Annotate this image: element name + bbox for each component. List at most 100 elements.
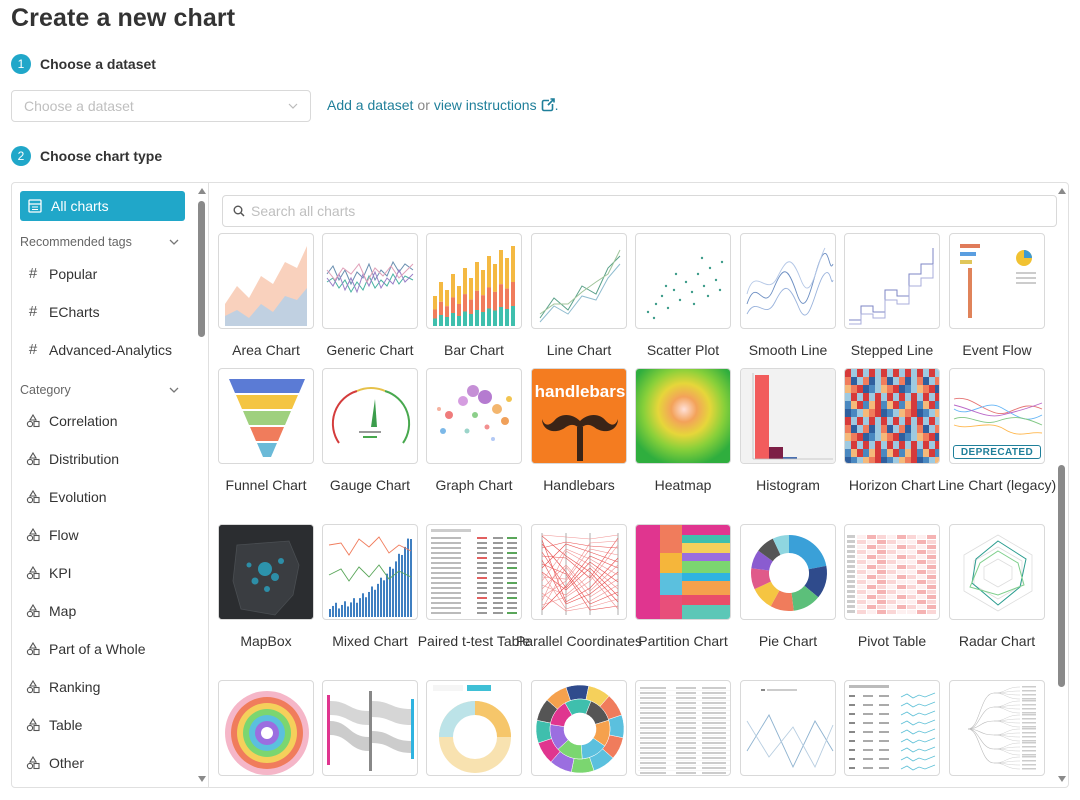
hash-icon: # (28, 265, 38, 282)
chart-tile-line-chart-legacy[interactable]: DEPRECATED Line Chart (legacy) (938, 368, 1056, 496)
chart-tile-sunburst-total[interactable] (426, 680, 522, 776)
category-header[interactable]: Category (20, 383, 180, 397)
shapes-icon (26, 566, 40, 580)
chart-tile-radar-chart[interactable]: Radar Chart (949, 524, 1045, 652)
chart-tile-horizon-chart[interactable]: Horizon Chart (844, 368, 940, 496)
chart-tile-mixed-chart[interactable]: Mixed Chart (322, 524, 418, 652)
sidebar-item-label: Table (49, 717, 83, 733)
hash-icon: # (28, 303, 38, 320)
sidebar-item-popular[interactable]: # Popular (25, 265, 97, 282)
chart-tile-sunburst-radial[interactable] (218, 680, 314, 776)
shapes-icon (26, 642, 40, 656)
sidebar-scroll-thumb[interactable] (198, 201, 205, 337)
chart-tile-histogram[interactable]: Histogram (740, 368, 836, 496)
shapes-icon (26, 756, 40, 770)
chart-tile-pivot-table[interactable]: Pivot Table (844, 524, 940, 652)
chart-tile-parallel-coordinates[interactable]: Parallel Coordinates (516, 524, 642, 652)
sidebar-item-kpi[interactable]: KPI (25, 565, 72, 581)
scroll-down-icon[interactable] (1058, 775, 1066, 783)
scroll-down-icon[interactable] (198, 775, 206, 783)
chart-tile-handlebars[interactable]: handlebars Handlebars (531, 368, 627, 496)
sidebar-item-correlation[interactable]: Correlation (25, 413, 117, 429)
scroll-up-icon[interactable] (1058, 187, 1066, 195)
step-choose-dataset: 1 Choose a dataset (11, 54, 156, 74)
sidebar-item-label: Map (49, 603, 77, 619)
search-placeholder: Search all charts (251, 203, 356, 219)
sidebar-item-label: Part of a Whole (49, 641, 146, 657)
chart-tile-sankey[interactable] (322, 680, 418, 776)
view-instructions-link[interactable]: view instructions (434, 97, 537, 113)
dataset-select[interactable]: Choose a dataset (11, 90, 311, 122)
chart-grid-scroll-thumb[interactable] (1058, 465, 1065, 687)
chart-tile-funnel-chart[interactable]: Funnel Chart (218, 368, 314, 496)
sidebar-item-advanced-analytics[interactable]: # Advanced-Analytics (25, 341, 172, 358)
chart-tile-event-flow[interactable]: Event Flow (949, 233, 1045, 361)
shapes-icon (26, 528, 40, 542)
sankey-thumbnail (322, 680, 418, 776)
event-flow-thumbnail (949, 233, 1045, 329)
chart-tile-bar-chart[interactable]: Bar Chart (426, 233, 522, 361)
chart-tile-time-table[interactable] (844, 680, 940, 776)
chart-tile-tree[interactable] (949, 680, 1045, 776)
horizon-chart-thumbnail (844, 368, 940, 464)
chart-tile-heatmap[interactable]: Heatmap (635, 368, 731, 496)
chart-tile-mapbox[interactable]: MapBox (218, 524, 314, 652)
chart-grid-scrollbar[interactable] (1056, 183, 1068, 787)
chart-tile-gauge-chart[interactable]: Gauge Chart (322, 368, 418, 496)
histogram-thumbnail (740, 368, 836, 464)
sidebar-item-echarts[interactable]: # ECharts (25, 303, 100, 320)
funnel-chart-thumbnail (218, 368, 314, 464)
chart-tile-partition-chart[interactable]: Partition Chart (635, 524, 731, 652)
step-label: Choose chart type (40, 148, 163, 164)
chart-sidebar: All charts Recommended tags # Popular # … (12, 183, 209, 787)
or-text: or (417, 97, 430, 113)
search-icon (233, 205, 245, 217)
line-chart-legacy-thumbnail: DEPRECATED (949, 368, 1045, 464)
handlebars-thumbnail: handlebars (531, 368, 627, 464)
chart-tile-pie-chart[interactable]: Pie Chart (740, 524, 836, 652)
shapes-icon (26, 452, 40, 466)
chart-tile-label: Event Flow (962, 342, 1032, 358)
scroll-up-icon[interactable] (198, 187, 206, 195)
graph-chart-thumbnail (426, 368, 522, 464)
chart-tile-smooth-line[interactable]: Smooth Line (740, 233, 836, 361)
sidebar-item-all-charts[interactable]: All charts (20, 191, 185, 221)
time-series-thumbnail (740, 680, 836, 776)
chart-tile-paired-t-test-table[interactable]: Paired t-test Table (418, 524, 530, 652)
chart-tile-label: Radar Chart (958, 633, 1036, 649)
chevron-down-icon (288, 103, 298, 109)
shapes-icon (26, 718, 40, 732)
chart-tile-sunburst[interactable] (531, 680, 627, 776)
chart-tile-table[interactable] (635, 680, 731, 776)
sidebar-item-table[interactable]: Table (25, 717, 82, 733)
chart-tile-label: Line Chart (legacy) (937, 477, 1057, 493)
add-dataset-link[interactable]: Add a dataset (327, 97, 413, 113)
chart-tile-stepped-line[interactable]: Stepped Line (844, 233, 940, 361)
sidebar-item-other[interactable]: Other (25, 755, 84, 771)
stepped-line-thumbnail (844, 233, 940, 329)
sidebar-item-label: Advanced-Analytics (49, 341, 172, 358)
sidebar-item-part-of-a-whole[interactable]: Part of a Whole (25, 641, 146, 657)
external-link-icon[interactable] (541, 98, 555, 112)
chart-search-input[interactable]: Search all charts (222, 195, 1057, 227)
chart-tile-area-chart[interactable]: Area Chart (218, 233, 314, 361)
sidebar-item-evolution[interactable]: Evolution (25, 489, 107, 505)
sidebar-item-distribution[interactable]: Distribution (25, 451, 119, 467)
bar-chart-thumbnail (426, 233, 522, 329)
chart-tile-scatter-plot[interactable]: Scatter Plot (635, 233, 731, 361)
sidebar-item-flow[interactable]: Flow (25, 527, 79, 543)
sidebar-item-ranking[interactable]: Ranking (25, 679, 100, 695)
category-title: Category (20, 383, 71, 397)
sidebar-item-map[interactable]: Map (25, 603, 76, 619)
chevron-down-icon (169, 239, 179, 245)
recommended-tags-header[interactable]: Recommended tags (20, 235, 180, 249)
line-chart-thumbnail (531, 233, 627, 329)
smooth-line-thumbnail (740, 233, 836, 329)
chart-tile-time-series-line[interactable] (740, 680, 836, 776)
chart-tile-line-chart[interactable]: Line Chart (531, 233, 627, 361)
step-label: Choose a dataset (40, 56, 156, 72)
trailing-period: . (554, 97, 559, 113)
table-thumbnail (635, 680, 731, 776)
chart-tile-graph-chart[interactable]: Graph Chart (426, 368, 522, 496)
chart-tile-generic-chart[interactable]: Generic Chart (322, 233, 418, 361)
